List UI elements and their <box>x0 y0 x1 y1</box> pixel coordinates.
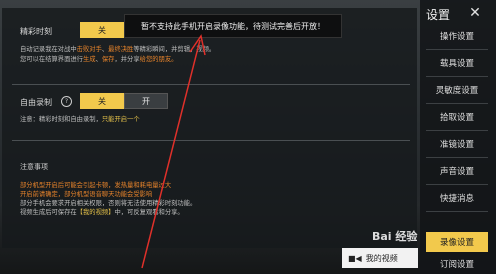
annotation-arrow <box>141 34 206 269</box>
